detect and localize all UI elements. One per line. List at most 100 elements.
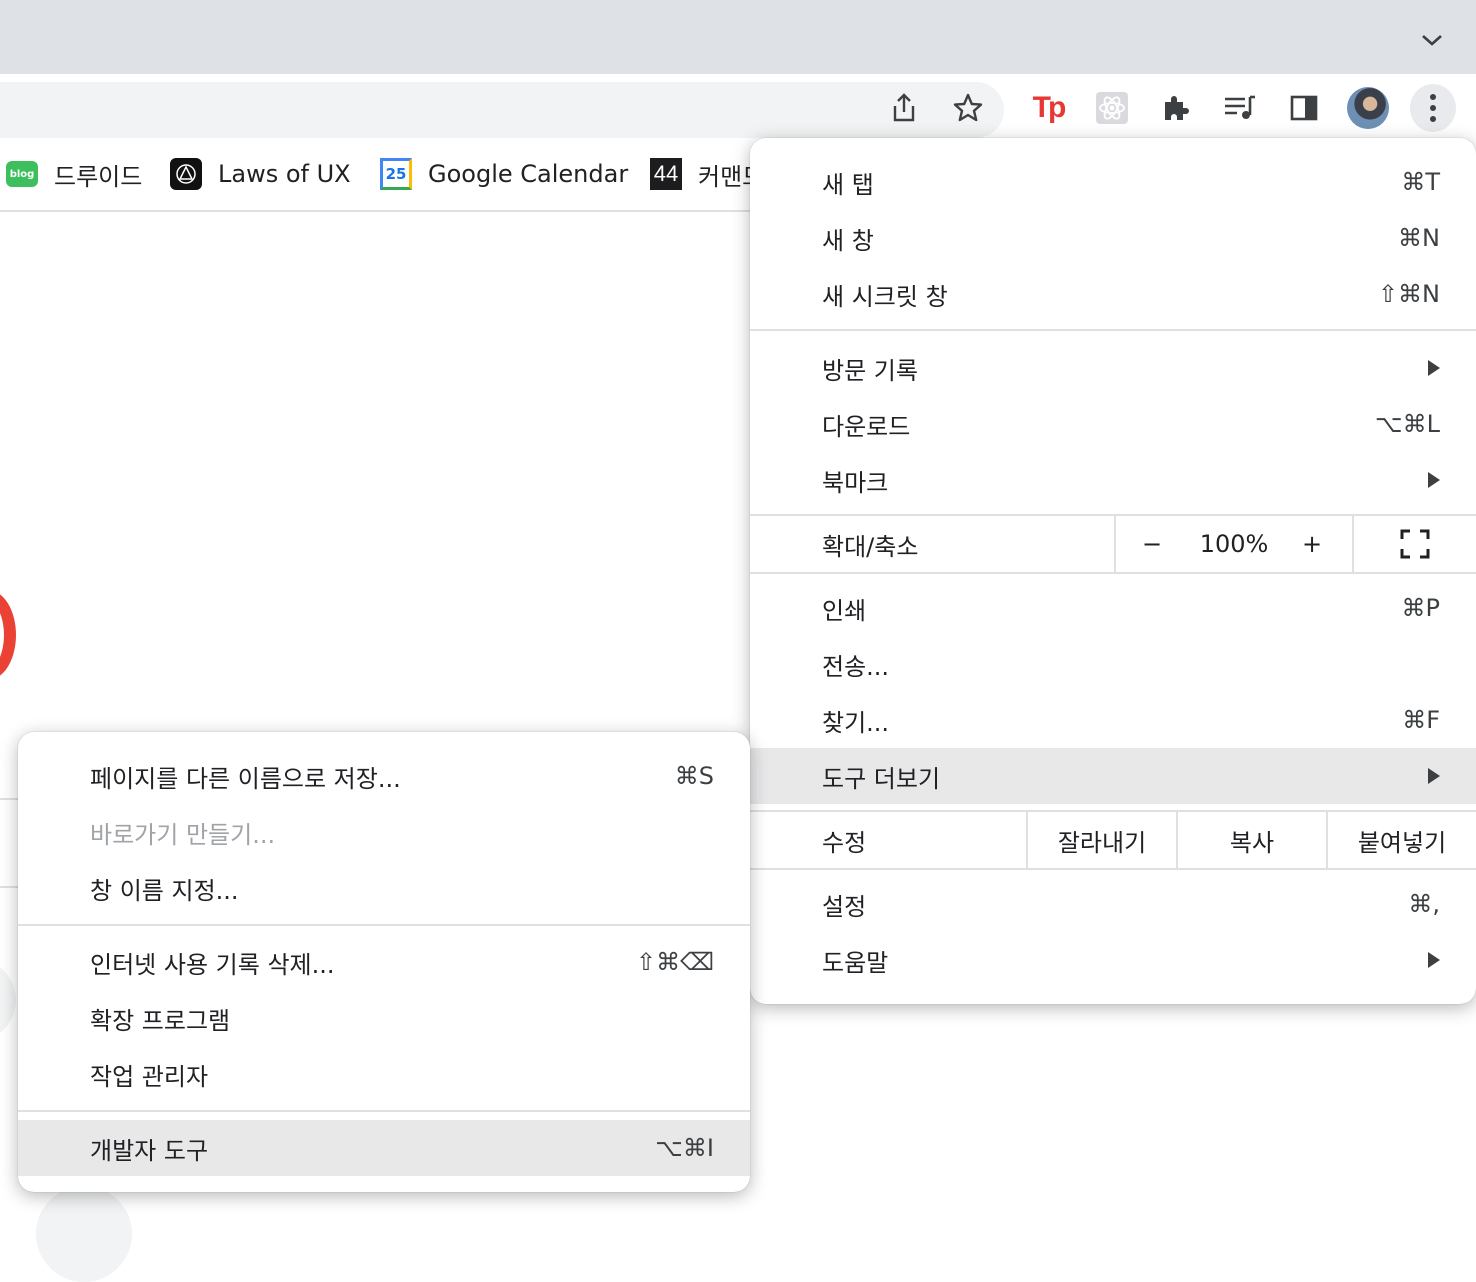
page-divider — [0, 798, 20, 800]
copy-button[interactable]: 복사 — [1178, 812, 1326, 868]
puzzle-icon — [1165, 96, 1189, 120]
menu-item-label: 페이지를 다른 이름으로 저장... — [90, 764, 401, 793]
menu-item-label: 찾기... — [822, 708, 890, 737]
menu-item-label: 새 시크릿 창 — [822, 282, 948, 311]
submenu-arrow-icon — [1428, 952, 1440, 968]
menu-item-more-tools[interactable]: 도구 더보기 — [750, 748, 1476, 804]
menu-separator — [18, 1110, 750, 1112]
menu-item-new-tab[interactable]: 새 탭 ⌘T — [750, 154, 1476, 210]
profile-button[interactable] — [1346, 86, 1390, 130]
zoom-level: 100% — [1199, 530, 1269, 558]
bookmark-laws-of-ux[interactable]: Laws of UX — [170, 152, 351, 196]
extension-tp-button[interactable]: Tp — [1026, 86, 1070, 130]
menu-item-developer-tools[interactable]: 개발자 도구 ⌥⌘I — [18, 1120, 750, 1176]
more-tools-submenu: 페이지를 다른 이름으로 저장... ⌘S 바로가기 만들기... 창 이름 지… — [18, 732, 750, 1192]
menu-item-shortcut: ⌘P — [1401, 594, 1440, 622]
media-control-button[interactable] — [1218, 86, 1262, 130]
share-icon — [893, 93, 915, 122]
menu-zoom-row: 확대/축소 − 100% + — [750, 516, 1476, 572]
menu-item-label: 다운로드 — [822, 412, 911, 441]
address-bar[interactable] — [0, 82, 1004, 138]
menu-item-print[interactable]: 인쇄 ⌘P — [750, 580, 1476, 636]
laws-of-ux-icon — [170, 158, 202, 190]
extension-react-button[interactable] — [1090, 86, 1134, 130]
menu-item-cast[interactable]: 전송... — [750, 636, 1476, 692]
menu-separator — [750, 868, 1476, 870]
menu-item-history[interactable]: 방문 기록 — [750, 340, 1476, 396]
submenu-arrow-icon — [1428, 768, 1440, 784]
extensions-button[interactable] — [1154, 86, 1198, 130]
tab-strip — [0, 0, 1476, 74]
playlist-icon — [1225, 95, 1255, 119]
zoom-label: 확대/축소 — [822, 532, 919, 561]
menu-item-new-window[interactable]: 새 창 ⌘N — [750, 210, 1476, 266]
menu-item-shortcut: ⇧⌘⌫ — [635, 948, 714, 976]
side-panel-button[interactable] — [1282, 86, 1326, 130]
fullscreen-icon — [1400, 529, 1430, 559]
menu-item-bookmarks[interactable]: 북마크 — [750, 452, 1476, 508]
paste-button[interactable]: 붙여넣기 — [1328, 812, 1476, 868]
more-vertical-icon — [1430, 94, 1436, 122]
side-panel-icon — [1290, 95, 1318, 121]
menu-item-downloads[interactable]: 다운로드 ⌥⌘L — [750, 396, 1476, 452]
page-circle-button — [0, 960, 16, 1040]
avatar — [1347, 87, 1389, 129]
menu-item-task-manager[interactable]: 작업 관리자 — [18, 1046, 750, 1102]
menu-item-shortcut: ⇧⌘N — [1377, 280, 1440, 308]
menu-item-clear-browsing-data[interactable]: 인터넷 사용 기록 삭제... ⇧⌘⌫ — [18, 934, 750, 990]
menu-item-shortcut: ⌘S — [674, 762, 714, 790]
menu-item-new-incognito-window[interactable]: 새 시크릿 창 ⇧⌘N — [750, 266, 1476, 322]
menu-item-label: 북마크 — [822, 468, 889, 497]
menu-item-label: 도움말 — [822, 948, 889, 977]
tab-search-button[interactable] — [1414, 24, 1450, 56]
menu-item-settings[interactable]: 설정 ⌘, — [750, 876, 1476, 932]
menu-item-label: 개발자 도구 — [90, 1136, 209, 1165]
menu-item-shortcut: ⌘F — [1402, 706, 1440, 734]
cut-button[interactable]: 잘라내기 — [1028, 812, 1176, 868]
menu-item-name-window[interactable]: 창 이름 지정... — [18, 860, 750, 916]
menu-item-find[interactable]: 찾기... ⌘F — [750, 692, 1476, 748]
menu-item-help[interactable]: 도움말 — [750, 932, 1476, 988]
menu-separator — [18, 924, 750, 926]
zoom-in-button[interactable]: + — [1288, 516, 1336, 572]
toolbar: Tp — [0, 74, 1476, 138]
calendar-icon: 25 — [380, 158, 412, 190]
menu-item-shortcut: ⌘N — [1398, 224, 1440, 252]
menu-item-save-page-as[interactable]: 페이지를 다른 이름으로 저장... ⌘S — [18, 748, 750, 804]
menu-separator — [750, 572, 1476, 574]
menu-item-create-shortcut: 바로가기 만들기... — [18, 804, 750, 860]
menu-item-label: 새 창 — [822, 226, 874, 255]
menu-item-label: 설정 — [822, 892, 867, 921]
menu-item-shortcut: ⌘T — [1401, 168, 1440, 196]
page-divider — [0, 886, 20, 888]
react-icon — [1096, 92, 1128, 124]
menu-item-label: 전송... — [822, 652, 890, 681]
zoom-out-button[interactable]: − — [1128, 516, 1176, 572]
blog-icon: blog — [6, 161, 38, 187]
bookmark-star-button[interactable] — [946, 86, 990, 130]
page-circle-button — [36, 1186, 132, 1282]
bookmark-google-calendar[interactable]: 25 Google Calendar — [380, 152, 628, 196]
tp-icon: Tp — [1032, 91, 1067, 124]
number-44-icon: 44 — [650, 158, 682, 190]
menu-item-label: 작업 관리자 — [90, 1062, 209, 1091]
chevron-down-icon — [1422, 35, 1442, 46]
share-button[interactable] — [882, 86, 926, 130]
page-logo-fragment — [0, 590, 16, 680]
menu-separator — [750, 329, 1476, 331]
chrome-menu-button[interactable] — [1410, 84, 1456, 132]
menu-item-label: 창 이름 지정... — [90, 876, 239, 905]
bookmark-label: Google Calendar — [428, 160, 629, 188]
menu-item-extensions[interactable]: 확장 프로그램 — [18, 990, 750, 1046]
bookmark-command[interactable]: 44 커맨드 — [650, 152, 764, 196]
menu-item-shortcut: ⌥⌘L — [1374, 410, 1440, 438]
bookmark-label: 드루이드 — [54, 162, 143, 191]
menu-item-label: 방문 기록 — [822, 356, 918, 385]
menu-item-label: 새 탭 — [822, 170, 874, 199]
bookmark-label: Laws of UX — [218, 160, 351, 188]
fullscreen-button[interactable] — [1354, 516, 1476, 572]
zoom-divider — [1114, 516, 1116, 572]
menu-item-label: 확장 프로그램 — [90, 1006, 231, 1035]
bookmark-druid[interactable]: blog 드루이드 — [6, 152, 142, 196]
edit-label: 수정 — [822, 828, 867, 857]
